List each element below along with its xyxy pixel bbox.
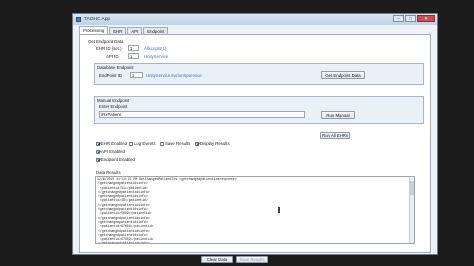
- tab-endpoint[interactable]: Endpoint: [143, 27, 169, 34]
- manual-endpoint-label: Manual Endpoint: [97, 98, 130, 103]
- maximize-button[interactable]: □: [405, 15, 416, 22]
- checkbox-box[interactable]: [96, 149, 100, 154]
- tab-ehr[interactable]: EHR: [109, 27, 127, 34]
- endpoint-enabled-checkbox[interactable]: Endpoint Enabled: [96, 157, 135, 162]
- checkbox-label: Log Events: [134, 141, 156, 146]
- enter-endpoint-label: Enter Endpoint: [99, 104, 128, 109]
- checkbox-label: EHR Enabled: [101, 141, 128, 146]
- results-line: </getchangedpatientidsinfo>: [98, 241, 150, 244]
- data-results-label: Data Results: [96, 170, 121, 175]
- ehr-id-link[interactable]: Allscripts(1): [144, 46, 166, 51]
- scrollbar-thumb[interactable]: [410, 181, 414, 195]
- clear-data-button[interactable]: Clear Data: [201, 256, 233, 263]
- endpoint-link[interactable]: UnityService.svc/unityservice: [146, 73, 202, 78]
- get-endpoint-group-label: Get Endpoint Data: [88, 39, 124, 44]
- run-manual-button[interactable]: Run Manual: [321, 111, 355, 119]
- endpoint-id-label: EndPoint ID: [99, 73, 122, 78]
- title-bar[interactable]: TAOHC App – □ ✕: [73, 14, 437, 25]
- checkbox-box[interactable]: [96, 157, 100, 162]
- api-id-label: API ID: [106, 54, 119, 59]
- tab-processing[interactable]: Processing: [79, 26, 109, 34]
- tab-api[interactable]: API: [127, 27, 143, 34]
- checkbox-box[interactable]: [195, 141, 199, 146]
- get-endpoint-data-button[interactable]: Get Endpoint Data: [321, 71, 365, 79]
- ehr-id-label: EHR ID (set.): [96, 46, 122, 51]
- results-scrollbar[interactable]: [409, 177, 414, 243]
- ehr-enabled-checkbox[interactable]: EHR Enabled: [96, 141, 127, 146]
- checkbox-box[interactable]: [160, 141, 164, 146]
- checkbox-label: Display Results: [200, 141, 230, 146]
- database-endpoint-group: Database Endpoint EndPoint ID 1 UnitySer…: [94, 63, 424, 85]
- window-title: TAOHC App: [84, 17, 111, 22]
- checkbox-box[interactable]: [129, 141, 133, 146]
- tab-strip: Processing EHR API Endpoint: [79, 26, 169, 34]
- checkbox-label: API Enabled: [101, 149, 125, 154]
- database-endpoint-label: Database Endpoint: [97, 65, 134, 70]
- save-results-checkbox[interactable]: Save Results: [160, 141, 190, 146]
- manual-endpoint-group: Manual Endpoint Enter Endpoint /RxPatien…: [94, 96, 424, 124]
- ehr-id-field[interactable]: 1: [128, 45, 139, 51]
- manual-endpoint-input[interactable]: /RxPatient: [99, 111, 305, 118]
- checkbox-label: Save Results: [165, 141, 191, 146]
- app-window: TAOHC App – □ ✕ Processing EHR API Endpo…: [72, 13, 438, 263]
- text-cursor-icon: [278, 207, 280, 213]
- results-lines: 12/8/2015 11:14:21 PM GetChangedPatientI…: [96, 177, 414, 244]
- checkbox-box[interactable]: [96, 141, 100, 146]
- log-events-checkbox[interactable]: Log Events: [129, 141, 156, 146]
- endpoint-id-field[interactable]: 1: [130, 72, 143, 78]
- app-icon: [76, 17, 81, 22]
- api-id-field[interactable]: 1: [128, 53, 139, 59]
- display-results-checkbox[interactable]: Display Results: [195, 141, 230, 146]
- run-all-ehrs-button[interactable]: Run All EHRs: [320, 132, 350, 139]
- api-id-link[interactable]: UnityService: [144, 54, 168, 59]
- save-results-button[interactable]: Save Results: [236, 256, 268, 263]
- data-results-textarea[interactable]: 12/8/2015 11:14:21 PM GetChangedPatientI…: [95, 176, 415, 244]
- close-button[interactable]: ✕: [417, 15, 435, 22]
- checkbox-label: Endpoint Enabled: [101, 157, 135, 162]
- minimize-button[interactable]: –: [393, 15, 404, 22]
- api-enabled-checkbox[interactable]: API Enabled: [96, 149, 125, 154]
